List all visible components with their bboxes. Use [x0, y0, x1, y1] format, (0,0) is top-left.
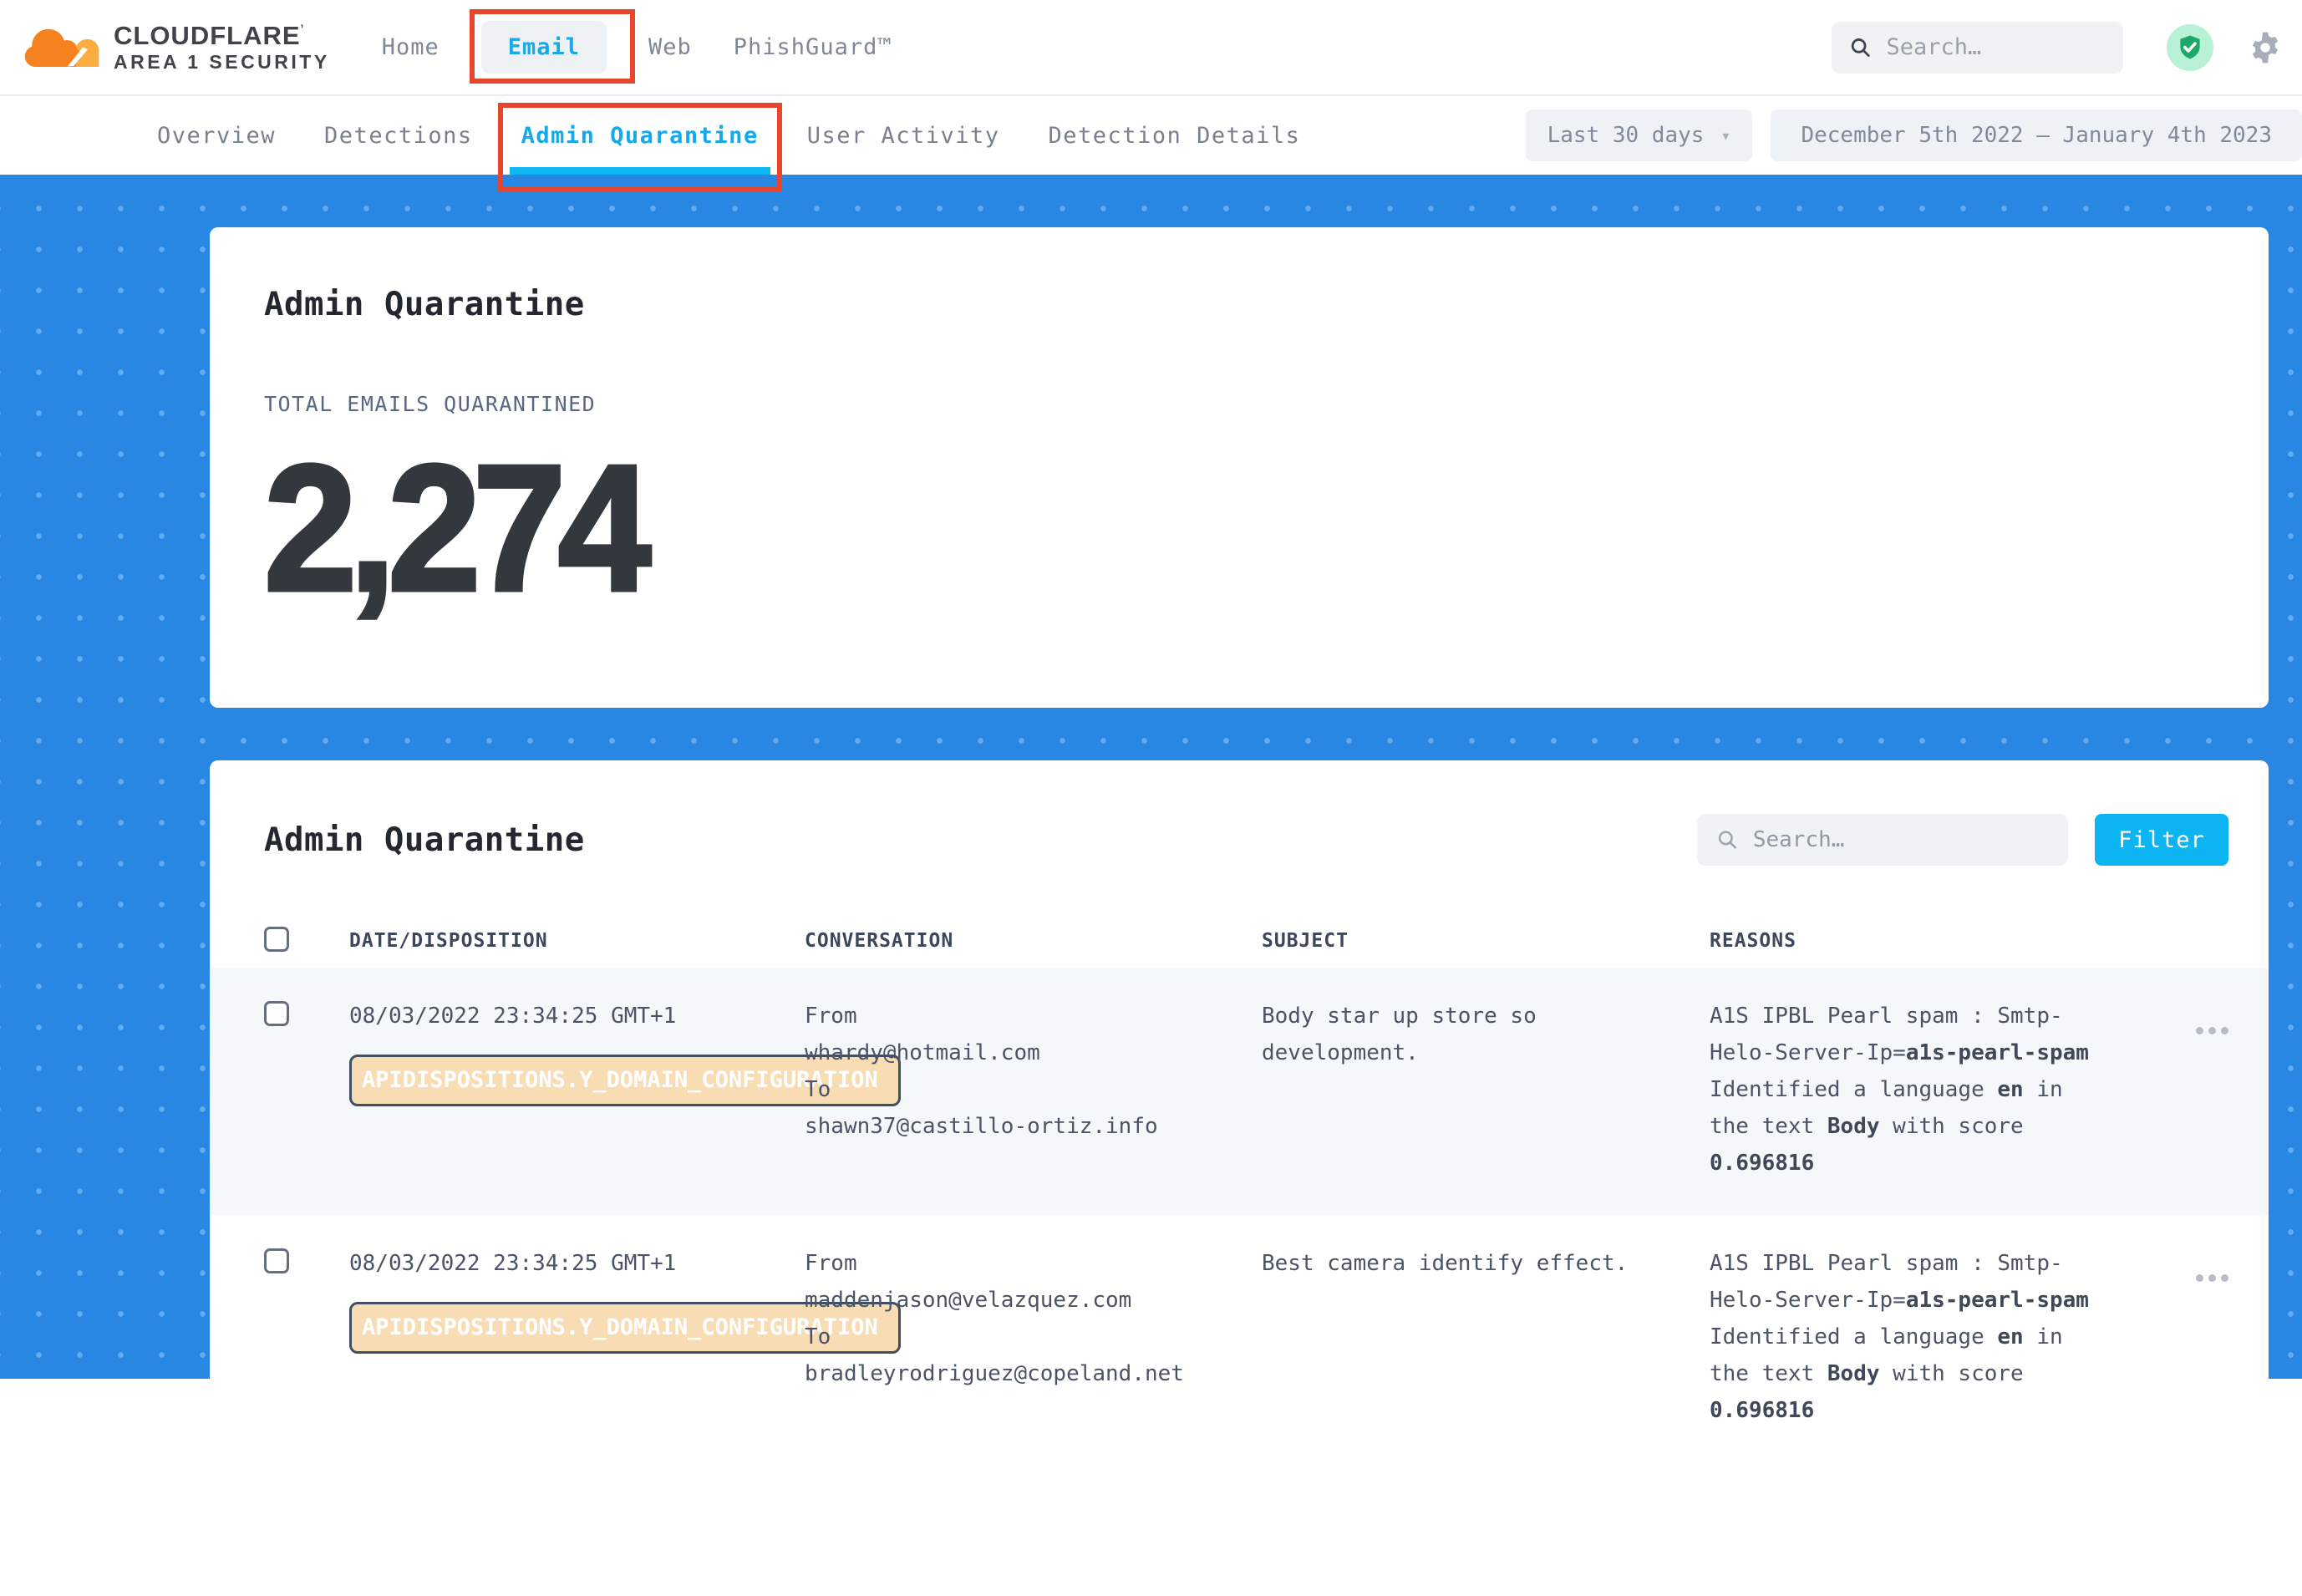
nav-item-email-pill[interactable]: Email: [481, 21, 607, 74]
table-card-header: Admin Quarantine Filter: [210, 760, 2269, 866]
tab-detections[interactable]: Detections: [324, 96, 473, 175]
row-reasons: A1S IPBL Pearl spam : Smtp-Helo-Server-I…: [1710, 1245, 2111, 1429]
row-subject: Body star up store so development.: [1262, 998, 1710, 1182]
brand-trademark: ’: [301, 22, 305, 35]
global-search-input[interactable]: [1885, 33, 2105, 61]
from-label: From: [805, 998, 1262, 1034]
tab-admin-quarantine[interactable]: Admin Quarantine: [521, 96, 759, 175]
to-label: To: [805, 1071, 1262, 1108]
date-range-display[interactable]: December 5th 2022 — January 4th 2023: [1771, 109, 2302, 161]
column-header-subject: SUBJECT: [1262, 930, 1710, 952]
top-bar-right: [1832, 22, 2284, 74]
from-email[interactable]: whardy@hotmail.com: [805, 1034, 1262, 1071]
main-nav: Home Email Web PhishGuard™: [382, 21, 892, 74]
from-label: From: [805, 1245, 1262, 1282]
global-search[interactable]: [1832, 22, 2123, 74]
column-header-date-disposition: DATE/DISPOSITION: [349, 930, 805, 952]
nav-item-home[interactable]: Home: [382, 34, 440, 60]
cloudflare-logo-icon: [25, 22, 102, 74]
row-date-disposition: 08/03/2022 23:34:25 GMT+1 APIDISPOSITION…: [349, 1245, 805, 1429]
row-date-disposition: 08/03/2022 23:34:25 GMT+1 APIDISPOSITION…: [349, 998, 805, 1182]
row-reasons: A1S IPBL Pearl spam : Smtp-Helo-Server-I…: [1710, 998, 2111, 1182]
date-range-text: December 5th 2022 — January 4th 2023: [1801, 123, 2272, 148]
nav-item-email[interactable]: Email: [508, 34, 580, 60]
to-label: To: [805, 1319, 1262, 1355]
row-actions-menu[interactable]: [2196, 1274, 2228, 1282]
table-header-row: DATE/DISPOSITION CONVERSATION SUBJECT RE…: [210, 866, 2269, 968]
chevron-down-icon: ▾: [1720, 125, 1730, 145]
row-conversation: From maddenjason@velazquez.com To bradle…: [805, 1245, 1262, 1429]
email-sub-nav: Overview Detections Admin Quarantine Use…: [0, 96, 2302, 175]
table-search-input[interactable]: [1751, 826, 2048, 853]
table-row: 08/03/2022 23:34:25 GMT+1 APIDISPOSITION…: [210, 1215, 2269, 1462]
stats-card-title: Admin Quarantine: [264, 227, 2214, 323]
row-subject: Best camera identify effect.: [1262, 1245, 1710, 1429]
tab-user-activity[interactable]: User Activity: [807, 96, 1000, 175]
quarantine-table-card: Admin Quarantine Filter DATE/DISPOSITION…: [210, 760, 2269, 1596]
tab-overview[interactable]: Overview: [157, 96, 276, 175]
total-quarantined-label: TOTAL EMAILS QUARANTINED: [264, 392, 2214, 416]
quarantine-stats-card: Admin Quarantine TOTAL EMAILS QUARANTINE…: [210, 227, 2269, 708]
table-body: 08/03/2022 23:34:25 GMT+1 APIDISPOSITION…: [210, 968, 2269, 1462]
shield-check-icon: [2176, 33, 2204, 62]
search-icon: [1717, 828, 1738, 851]
filter-button[interactable]: Filter: [2095, 814, 2228, 866]
select-all-checkbox[interactable]: [264, 927, 289, 952]
row-actions-menu[interactable]: [2196, 1027, 2228, 1034]
active-tab-underline: [510, 167, 770, 175]
nav-item-phishguard[interactable]: PhishGuard™: [734, 34, 892, 60]
column-header-conversation: CONVERSATION: [805, 930, 1262, 952]
row-actions-cell: [2196, 1245, 2228, 1429]
brand-name: CLOUDFLARE’: [114, 23, 330, 50]
row-conversation: From whardy@hotmail.com To shawn37@casti…: [805, 998, 1262, 1182]
tab-detection-details[interactable]: Detection Details: [1049, 96, 1301, 175]
row-date: 08/03/2022 23:34:25 GMT+1: [349, 1245, 805, 1282]
row-date: 08/03/2022 23:34:25 GMT+1: [349, 998, 805, 1034]
date-range-select[interactable]: Last 30 days ▾: [1526, 109, 1753, 161]
column-header-reasons: REASONS: [1710, 930, 2111, 952]
protection-status-badge[interactable]: [2167, 24, 2213, 71]
date-controls: Last 30 days ▾ December 5th 2022 — Janua…: [1526, 96, 2302, 175]
row-checkbox[interactable]: [264, 1001, 289, 1026]
gear-icon: [2247, 29, 2284, 66]
table-search[interactable]: [1697, 814, 2068, 866]
row-actions-cell: [2196, 998, 2228, 1182]
search-icon: [1850, 35, 1872, 60]
row-checkbox[interactable]: [264, 1248, 289, 1273]
to-email[interactable]: bradleyrodriguez@copeland.net: [805, 1355, 1262, 1392]
table-card-title: Admin Quarantine: [264, 821, 585, 859]
cloudflare-brand: CLOUDFLARE’ AREA 1 SECURITY: [25, 22, 330, 74]
brand-subtitle: AREA 1 SECURITY: [114, 52, 330, 72]
total-quarantined-value: 2,274: [264, 438, 643, 618]
settings-button[interactable]: [2247, 29, 2284, 66]
top-bar: CLOUDFLARE’ AREA 1 SECURITY Home Email W…: [0, 0, 2302, 96]
table-row: 08/03/2022 23:34:25 GMT+1 APIDISPOSITION…: [210, 968, 2269, 1215]
to-email[interactable]: shawn37@castillo-ortiz.info: [805, 1108, 1262, 1145]
date-range-select-value: Last 30 days: [1547, 123, 1705, 148]
tab-admin-quarantine-label: Admin Quarantine: [521, 123, 759, 149]
from-email[interactable]: maddenjason@velazquez.com: [805, 1282, 1262, 1319]
page-content: Admin Quarantine TOTAL EMAILS QUARANTINE…: [0, 175, 2302, 1379]
nav-item-web[interactable]: Web: [648, 34, 692, 60]
